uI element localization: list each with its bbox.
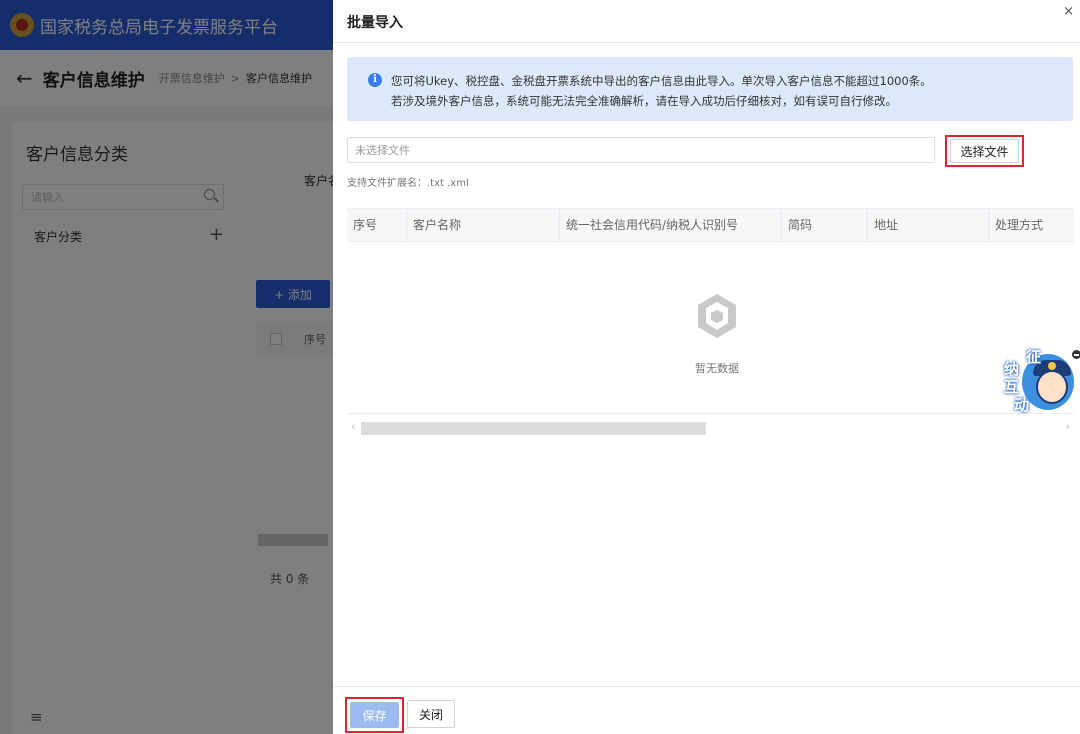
column-header-seq: 序号	[347, 209, 407, 241]
interaction-helper-widget[interactable]: 征 纳 互 动	[1000, 346, 1080, 416]
scroll-left-icon[interactable]: ‹	[351, 420, 355, 433]
close-icon[interactable]: ×	[1063, 4, 1074, 19]
empty-state-text: 暂无数据	[695, 362, 739, 375]
officer-avatar-icon	[1036, 370, 1068, 404]
drawer-footer: 保存 关闭	[333, 686, 1080, 734]
info-icon: i	[368, 73, 382, 87]
scroll-right-icon[interactable]: ›	[1066, 420, 1070, 433]
choose-file-button[interactable]: 选择文件	[950, 139, 1019, 163]
save-highlight: 保存	[345, 697, 404, 733]
column-header-handling: 处理方式	[995, 218, 1044, 232]
table-divider	[347, 413, 1074, 414]
column-header-customer-name: 客户名称	[407, 209, 560, 241]
file-placeholder: 未选择文件	[355, 144, 410, 157]
import-table-header: 序号 客户名称 统一社会信用代码/纳税人识别号 简码 地址 处理方式	[347, 208, 1074, 242]
horizontal-scrollbar[interactable]: ‹ ›	[347, 420, 1074, 436]
file-extension-hint: 支持文件扩展名：.txt .xml	[347, 178, 469, 189]
column-header-address: 地址	[868, 209, 989, 241]
drawer-title: 批量导入	[347, 15, 403, 31]
save-button[interactable]: 保存	[350, 702, 399, 728]
choose-file-highlight: 选择文件	[945, 135, 1024, 167]
info-alert: i 您可将Ukey、税控盘、金税盘开票系统中导出的客户信息由此导入。单次导入客户…	[347, 57, 1073, 121]
close-button[interactable]: 关闭	[407, 700, 455, 728]
batch-import-drawer: 批量导入 × i 您可将Ukey、税控盘、金税盘开票系统中导出的客户信息由此导入…	[333, 0, 1080, 734]
helper-char: 征	[1026, 348, 1042, 366]
column-header-short-code: 简码	[782, 209, 868, 241]
helper-char: 动	[1014, 396, 1030, 414]
empty-box-icon	[698, 294, 736, 338]
file-path-input[interactable]: 未选择文件	[347, 137, 935, 163]
info-text-line: 您可将Ukey、税控盘、金税盘开票系统中导出的客户信息由此导入。单次导入客户信息…	[391, 74, 932, 88]
drawer-header: 批量导入 ×	[333, 0, 1080, 43]
scrollbar-thumb[interactable]	[361, 422, 706, 435]
column-header-tax-id: 统一社会信用代码/纳税人识别号	[560, 209, 782, 241]
cap-badge-icon	[1048, 362, 1056, 370]
minimize-icon[interactable]	[1072, 350, 1080, 359]
info-text-line: 若涉及境外客户信息，系统可能无法完全准确解析，请在导入成功后仔细核对，如有误可自…	[391, 94, 897, 108]
